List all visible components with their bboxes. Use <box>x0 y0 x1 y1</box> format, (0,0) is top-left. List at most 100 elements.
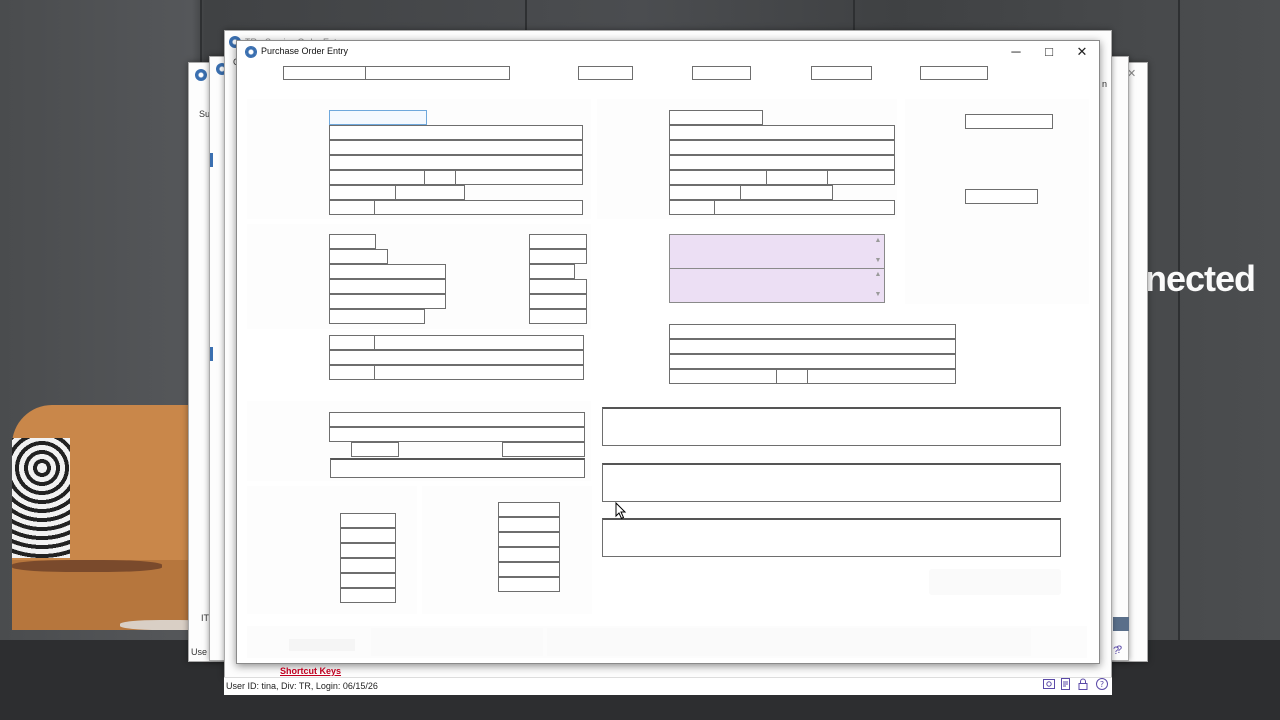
notes-memo-1[interactable] <box>602 407 1061 446</box>
scroll-up-icon[interactable]: ▲ <box>874 271 882 279</box>
total-field-2[interactable] <box>340 528 396 543</box>
ship-to-state-field[interactable] <box>766 170 828 185</box>
back-window-fragment: IT <box>201 613 209 623</box>
wall-panel-seam <box>1178 0 1180 720</box>
header-field-5[interactable] <box>811 66 872 80</box>
close-button[interactable]: ✕ <box>1065 42 1099 62</box>
vendor-zip-field[interactable] <box>455 170 583 185</box>
total-field-5[interactable] <box>340 573 396 588</box>
ship-to-zip-field[interactable] <box>827 170 895 185</box>
vendor-phone-field[interactable] <box>329 185 396 200</box>
ship-via-field-4[interactable] <box>669 369 777 384</box>
title-bar[interactable]: Purchase Order Entry ─ □ ✕ <box>237 41 1099 63</box>
scroll-up-icon[interactable]: ▲ <box>874 237 882 245</box>
amount-field-4[interactable] <box>498 547 560 562</box>
purchase-order-entry-window[interactable]: Purchase Order Entry ─ □ ✕ ▲ ▼ ▲ ▼ <box>236 40 1100 664</box>
notes-memo-3[interactable] <box>602 518 1061 557</box>
fob-label-field[interactable] <box>329 365 375 380</box>
terms-field-6[interactable] <box>329 309 425 324</box>
terms-right-field-2[interactable] <box>529 249 587 264</box>
minimize-button[interactable]: ─ <box>999 42 1033 62</box>
total-field-4[interactable] <box>340 558 396 573</box>
amount-field-2[interactable] <box>498 517 560 532</box>
highlighted-memo-1[interactable]: ▲ ▼ <box>669 234 885 269</box>
vendor-id-field[interactable] <box>329 110 427 125</box>
side-marker <box>210 153 213 167</box>
freight-label-field[interactable] <box>329 335 375 350</box>
terms-field-5[interactable] <box>329 294 446 309</box>
job-field-3[interactable] <box>351 442 399 457</box>
highlighted-memo-2[interactable]: ▲ ▼ <box>669 268 885 303</box>
side-marker <box>210 347 213 361</box>
terms-field-3[interactable] <box>329 264 446 279</box>
header-field-4[interactable] <box>692 66 751 80</box>
ship-to-phone-field[interactable] <box>669 185 741 200</box>
header-field-1[interactable] <box>283 66 366 80</box>
status-text: User ID: tina, Div: TR, Login: 06/15/26 <box>226 681 378 691</box>
terms-right-field-3[interactable] <box>529 264 575 279</box>
vendor-city-field[interactable] <box>329 170 425 185</box>
ship-via-field-6[interactable] <box>807 369 956 384</box>
ship-via-field-2[interactable] <box>669 339 956 354</box>
terms-field-1[interactable] <box>329 234 376 249</box>
ship-to-contact-field[interactable] <box>714 200 895 215</box>
ship-to-id-field[interactable] <box>669 110 763 125</box>
ship-to-address2-field[interactable] <box>669 155 895 170</box>
terms-right-field-5[interactable] <box>529 294 587 309</box>
scroll-down-icon[interactable]: ▼ <box>874 257 882 265</box>
header-field-6[interactable] <box>920 66 988 80</box>
scroll-down-icon[interactable]: ▼ <box>874 291 882 299</box>
vendor-state-field[interactable] <box>424 170 456 185</box>
terms-field-4[interactable] <box>329 279 446 294</box>
terms-right-field-4[interactable] <box>529 279 587 294</box>
job-field-2[interactable] <box>329 427 585 442</box>
back-window-button[interactable] <box>1113 617 1129 631</box>
vendor-address1-field[interactable] <box>329 140 583 155</box>
vendor-contact-label-field[interactable] <box>329 200 375 215</box>
vendor-contact-field[interactable] <box>374 200 583 215</box>
notes-memo-2[interactable] <box>602 463 1061 502</box>
vendor-address2-field[interactable] <box>329 155 583 170</box>
faint-action-button[interactable] <box>929 569 1061 595</box>
maximize-button[interactable]: □ <box>1032 42 1066 62</box>
faint-button-1[interactable] <box>289 639 355 651</box>
shortcut-keys-link[interactable]: Shortcut Keys <box>280 666 341 676</box>
total-field-1[interactable] <box>340 513 396 528</box>
header-field-2[interactable] <box>365 66 510 80</box>
help-icon[interactable]: ? <box>1113 645 1119 657</box>
ship-via-field-5[interactable] <box>776 369 808 384</box>
terms-field-2[interactable] <box>329 249 388 264</box>
ship-to-name-field[interactable] <box>669 125 895 140</box>
terms-right-field-6[interactable] <box>529 309 587 324</box>
total-field-3[interactable] <box>340 543 396 558</box>
job-notes-field[interactable] <box>330 458 585 478</box>
camera-icon[interactable] <box>1042 677 1056 691</box>
ship-via-field-3[interactable] <box>669 354 956 369</box>
terms-right-field-1[interactable] <box>529 234 587 249</box>
fob-field[interactable] <box>374 365 584 380</box>
job-field-4[interactable] <box>502 442 585 457</box>
amount-field-6[interactable] <box>498 577 560 592</box>
ship-to-city-field[interactable] <box>669 170 767 185</box>
freight-field[interactable] <box>374 335 584 350</box>
lock-icon[interactable] <box>1076 677 1090 691</box>
ship-via-field-1[interactable] <box>669 324 956 339</box>
total-field-6[interactable] <box>340 588 396 603</box>
ship-to-fax-field[interactable] <box>740 185 833 200</box>
faint-button-3[interactable] <box>547 628 1031 656</box>
header-field-3[interactable] <box>578 66 633 80</box>
amount-field-1[interactable] <box>498 502 560 517</box>
ship-to-address1-field[interactable] <box>669 140 895 155</box>
amount-field-3[interactable] <box>498 532 560 547</box>
job-field-1[interactable] <box>329 412 585 427</box>
required-date-field[interactable] <box>965 189 1038 204</box>
amount-field-5[interactable] <box>498 562 560 577</box>
freight-notes-field[interactable] <box>329 350 584 365</box>
vendor-fax-field[interactable] <box>395 185 465 200</box>
order-date-field[interactable] <box>965 114 1053 129</box>
notes-icon[interactable] <box>1059 677 1073 691</box>
vendor-name-field[interactable] <box>329 125 583 140</box>
help-icon[interactable]: ? <box>1095 677 1109 691</box>
faint-button-2[interactable] <box>371 628 543 656</box>
ship-to-contact-label-field[interactable] <box>669 200 715 215</box>
